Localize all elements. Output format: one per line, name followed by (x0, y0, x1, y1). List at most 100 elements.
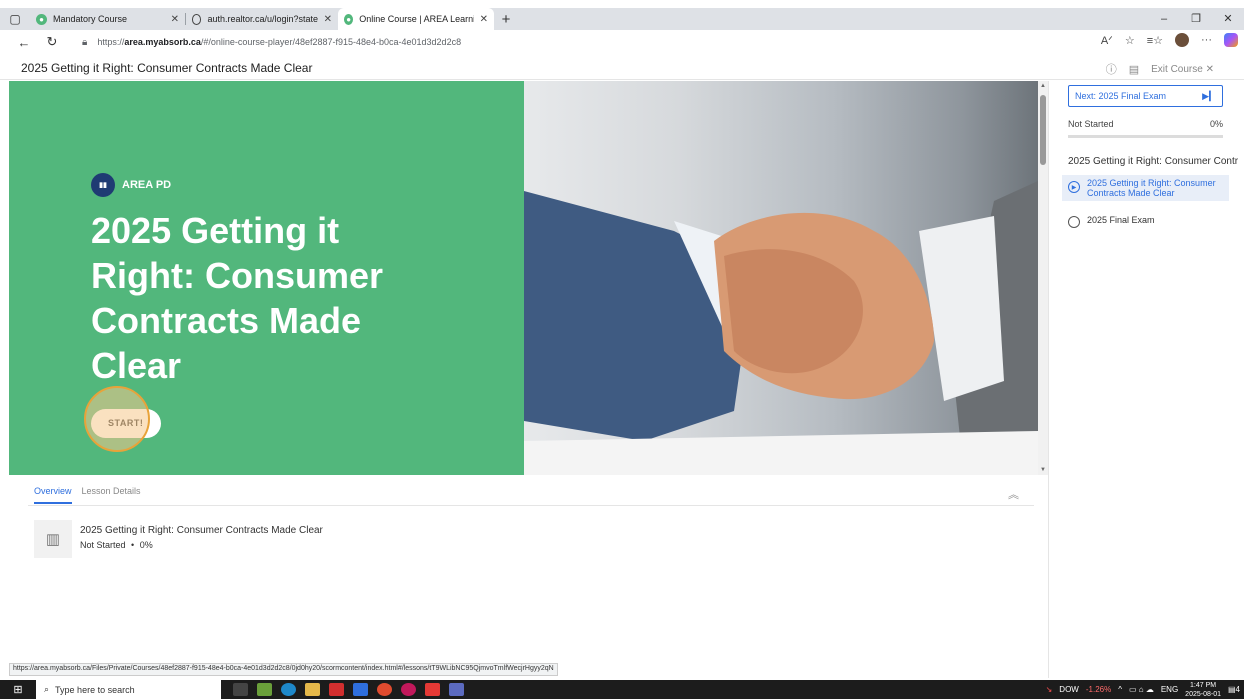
tab-lesson-details[interactable]: Lesson Details (82, 486, 141, 504)
exit-course-button[interactable]: Exit Course ✕ (1151, 64, 1214, 75)
scrollbar-thumb[interactable] (1040, 95, 1046, 165)
widget-icon[interactable] (257, 683, 272, 696)
collapse-chevron-up-icon[interactable]: ︽ (1008, 486, 1019, 502)
overview-lesson-title: 2025 Getting it Right: Consumer Contract… (80, 525, 323, 536)
scroll-down-icon[interactable]: ▼ (1040, 467, 1046, 473)
ticker-change: -1.26% (1085, 685, 1112, 694)
browser-tab-2[interactable]: auth.realtor.ca/u/login?state=hKF ✕ (186, 8, 338, 30)
course-sidebar: Next: 2025 Final Exam ▶▎ Not Started 0% … (1048, 81, 1244, 678)
outlook-icon[interactable] (353, 683, 368, 696)
window-close-icon[interactable]: ✕ (1212, 8, 1244, 30)
clock[interactable]: 1:47 PM 2025-08-01 (1185, 681, 1221, 699)
system-tray: ↘ DOW -1.26% ^ ▭ ⌂ ☁ ENG 1:47 PM 2025-08… (1046, 680, 1240, 699)
search-placeholder: Type here to search (55, 684, 135, 695)
taskbar-search-input[interactable]: ⌕ Type here to search (36, 680, 221, 699)
close-icon: ✕ (1205, 63, 1214, 75)
tray-icons[interactable]: ▭ ⌂ ☁ (1129, 685, 1154, 694)
player-scrollbar[interactable]: ▲ ▼ (1038, 81, 1048, 475)
tab-overview[interactable]: Overview (34, 486, 72, 504)
screen: ▢ ● Mandatory Course ✕ auth.realtor.ca/u… (0, 0, 1244, 699)
search-icon: ⌕ (44, 684, 50, 694)
windows-start-icon[interactable]: ⊞ (0, 683, 36, 696)
overview-status-text: Not Started (80, 540, 126, 550)
copilot-icon[interactable] (1224, 33, 1238, 47)
tab-title: Online Course | AREA Learning M (359, 14, 474, 24)
course-player-hero: ▮▮ AREA PD 2025 Getting it Right: Consum… (9, 81, 1038, 475)
handshake-photo (524, 81, 1038, 475)
acrobat-icon[interactable] (329, 683, 344, 696)
course-header: 2025 Getting it Right: Consumer Contract… (0, 55, 1244, 80)
url-input[interactable]: 🔒︎ https://area.myabsorb.ca/#/online-cou… (76, 32, 1126, 52)
progress-percent: 0% (1209, 119, 1223, 129)
favorite-star-icon[interactable]: ☆ (1125, 34, 1135, 47)
skip-next-icon: ▶▎ (1202, 90, 1216, 101)
url-path: /#/online-course-player/48ef2887-f915-48… (200, 37, 462, 47)
tab-actions-icon[interactable]: ▢ (0, 8, 30, 30)
chrome-icon[interactable] (377, 683, 392, 696)
minimize-icon[interactable]: – (1148, 8, 1180, 30)
overview-lesson-status: Not Started • 0% (80, 540, 323, 550)
url-scheme: https:// (97, 37, 125, 47)
brand-label: AREA PD (122, 179, 172, 191)
area-logo-icon: ▮▮ (91, 173, 115, 197)
notification-count: 4 (1235, 685, 1240, 694)
more-menu-icon[interactable]: ··· (1201, 34, 1212, 46)
file-explorer-icon[interactable] (305, 683, 320, 696)
windows-taskbar: ⊞ ⌕ Type here to search ↘ DOW -1.26% ^ ▭… (0, 680, 1244, 699)
lesson-label: 2025 Final Exam (1087, 215, 1155, 225)
handshake-image (524, 181, 1038, 475)
profile-avatar-icon[interactable] (1175, 33, 1189, 47)
progress-bar (1068, 135, 1223, 138)
refresh-icon[interactable]: ↻ (38, 34, 66, 50)
lesson-item-active[interactable]: ▶ 2025 Getting it Right: Consumer Contra… (1062, 175, 1229, 201)
app-icon[interactable] (401, 683, 416, 696)
tab-title: auth.realtor.ca/u/login?state=hKF (207, 14, 318, 24)
tab-close-icon[interactable]: ✕ (318, 14, 332, 25)
new-tab-plus-icon[interactable]: + (494, 11, 518, 28)
status-separator: • (131, 540, 135, 550)
favorites-icon[interactable]: ≡☆ (1147, 34, 1163, 47)
ticker-label: DOW (1059, 685, 1079, 694)
clock-time: 1:47 PM (1190, 681, 1217, 689)
address-bar-tools: Aᐟ ☆ ≡☆ ··· (1101, 33, 1238, 47)
area-pd-brand: ▮▮ AREA PD (91, 173, 171, 197)
progress-row: Not Started 0% (1068, 119, 1223, 129)
info-icon[interactable]: ⓘ (1106, 61, 1117, 77)
window-controls: – ❐ ✕ (1148, 8, 1244, 30)
restore-icon[interactable]: ❐ (1180, 8, 1212, 30)
notification-icon[interactable]: ▤4 (1228, 685, 1240, 694)
read-aloud-icon[interactable]: Aᐟ (1101, 34, 1113, 47)
overview-status-percent: 0% (139, 540, 153, 550)
language-indicator[interactable]: ENG (1161, 685, 1178, 694)
clock-date: 2025-08-01 (1185, 690, 1221, 698)
browser-tab-1[interactable]: ● Mandatory Course ✕ (30, 8, 185, 30)
overview-lesson-item: ▥ 2025 Getting it Right: Consumer Contra… (34, 520, 323, 558)
next-lesson-button[interactable]: Next: 2025 Final Exam ▶▎ (1068, 85, 1223, 107)
tab-close-icon[interactable]: ✕ (474, 14, 488, 25)
tab-close-icon[interactable]: ✕ (165, 14, 179, 25)
url-host: area.myabsorb.ca (124, 37, 201, 47)
tab-title: Mandatory Course (53, 14, 128, 24)
course-header-actions: ⓘ ▤ Exit Course ✕ (1106, 61, 1214, 77)
teams-icon[interactable] (449, 683, 464, 696)
browser-tab-strip: ▢ ● Mandatory Course ✕ auth.realtor.ca/u… (0, 8, 1244, 30)
stock-trend-icon: ↘ (1045, 685, 1053, 694)
area-favicon-icon: ● (36, 13, 47, 25)
back-arrow-icon[interactable]: ← (10, 35, 38, 50)
tray-chevron-up-icon[interactable]: ^ (1118, 685, 1122, 694)
sidebar-section-title: 2025 Getting it Right: Consumer Contract… (1068, 156, 1238, 167)
next-lesson-label: Next: 2025 Final Exam (1075, 91, 1167, 101)
task-view-icon[interactable] (233, 683, 248, 696)
scroll-up-icon[interactable]: ▲ (1040, 83, 1046, 89)
browser-tab-3-active[interactable]: ● Online Course | AREA Learning M ✕ (338, 8, 494, 30)
lesson-thumbnail-icon: ▥ (34, 520, 72, 558)
hero-green-panel: ▮▮ AREA PD 2025 Getting it Right: Consum… (9, 81, 524, 475)
taskbar-apps (233, 683, 464, 696)
sidebar-toggle-icon[interactable]: ▤ (1129, 63, 1139, 76)
start-button[interactable]: START! (91, 409, 161, 438)
lesson-item-final-exam[interactable]: 2025 Final Exam (1062, 210, 1229, 231)
lock-icon: 🔒︎ (82, 36, 88, 48)
edge-icon[interactable] (281, 683, 296, 696)
lesson-label: 2025 Getting it Right: Consumer Contract… (1087, 178, 1216, 198)
app-icon-2[interactable] (425, 683, 440, 696)
